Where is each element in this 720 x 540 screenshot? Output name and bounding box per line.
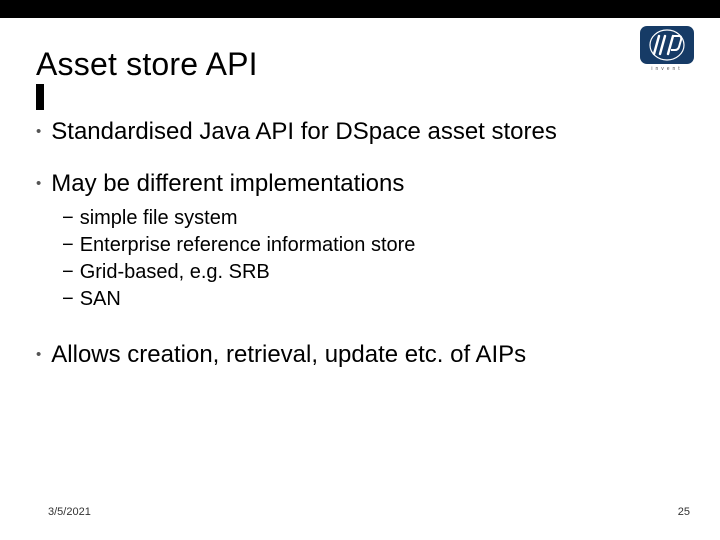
footer-date: 3/5/2021 <box>48 506 91 518</box>
title-left-tick <box>36 84 44 110</box>
sub-bullet-text: SAN <box>80 286 121 313</box>
bullet-dot-icon: • <box>36 168 41 200</box>
bullet-dot-icon: • <box>36 116 41 148</box>
hp-logo-icon <box>640 26 694 64</box>
bullet-group: • May be different implementations − sim… <box>36 168 676 312</box>
sub-bullet-item: − Enterprise reference information store <box>62 232 676 259</box>
slide-title: Asset store API <box>36 46 258 83</box>
dash-icon: − <box>62 259 74 286</box>
footer-page-number: 25 <box>678 506 690 518</box>
sub-bullet-text: simple file system <box>80 205 238 232</box>
bullet-item: • Standardised Java API for DSpace asset… <box>36 116 676 148</box>
bullet-dot-icon: • <box>36 339 41 371</box>
dash-icon: − <box>62 286 74 313</box>
bullet-item: • Allows creation, retrieval, update etc… <box>36 339 676 371</box>
dash-icon: − <box>62 232 74 259</box>
sub-bullet-item: − Grid-based, e.g. SRB <box>62 259 676 286</box>
sub-bullet-text: Enterprise reference information store <box>80 232 416 259</box>
bullet-text: Allows creation, retrieval, update etc. … <box>51 339 526 371</box>
top-black-bar <box>0 0 720 18</box>
hp-logo: invent <box>640 26 694 72</box>
bullet-item: • May be different implementations <box>36 168 676 200</box>
sub-bullet-text: Grid-based, e.g. SRB <box>80 259 270 286</box>
slide: invent Asset store API • Standardised Ja… <box>0 0 720 540</box>
sub-bullet-item: − simple file system <box>62 205 676 232</box>
bullet-text: Standardised Java API for DSpace asset s… <box>51 116 557 148</box>
sub-bullet-list: − simple file system − Enterprise refere… <box>62 205 676 313</box>
hp-logo-caption: invent <box>640 66 694 72</box>
slide-content: • Standardised Java API for DSpace asset… <box>36 116 676 391</box>
dash-icon: − <box>62 205 74 232</box>
sub-bullet-item: − SAN <box>62 286 676 313</box>
bullet-text: May be different implementations <box>51 168 404 200</box>
